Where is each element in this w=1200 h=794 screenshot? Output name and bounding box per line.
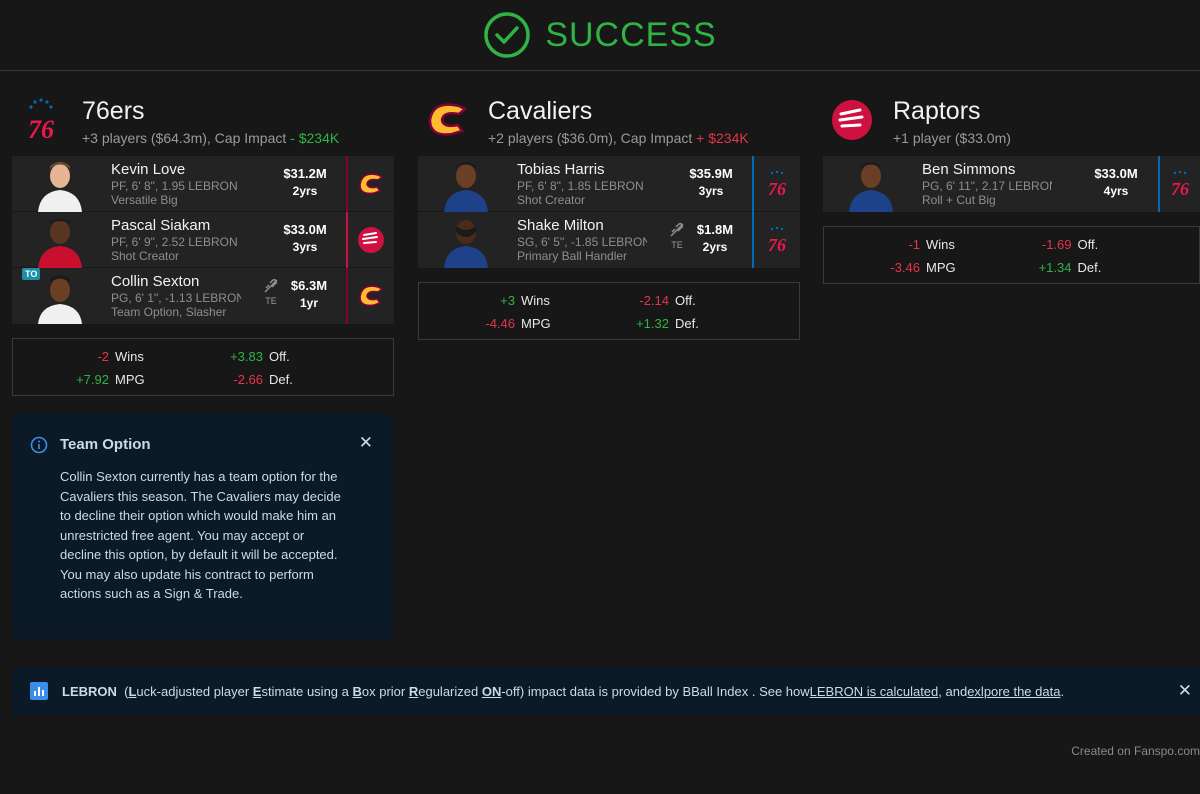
destination-raptors-logo-icon <box>346 212 394 268</box>
player-details: SG, 6' 5", -1.85 LEBRON <box>517 235 647 249</box>
destination-cavaliers-logo-icon <box>346 156 394 212</box>
player-salary: $1.8M 2yrs <box>696 222 734 254</box>
destination-76ers-logo-icon: 76 <box>752 212 800 268</box>
player-details: PF, 6' 8", 1.85 LEBRON <box>517 178 644 193</box>
player-name: Kevin Love <box>111 160 186 178</box>
player-row-collin-sexton[interactable]: TO Collin Sexton PG, 6' 1", -1.13 LEBRON… <box>12 268 394 324</box>
player-details: PG, 6' 11", 2.17 LEBRON <box>922 179 1052 193</box>
player-details: PF, 6' 9", 2.52 LEBRON <box>111 234 238 249</box>
76ers-logo-icon: 76 <box>12 96 70 144</box>
player-list: Tobias Harris PF, 6' 8", 1.85 LEBRON Sho… <box>418 156 800 268</box>
info-icon <box>30 436 48 454</box>
player-role: Primary Ball Handler <box>517 249 628 263</box>
lebron-label: LEBRON <box>62 683 117 699</box>
no-link-icon <box>670 222 684 237</box>
trade-exception-indicator[interactable]: TE <box>666 222 688 250</box>
def-value: +1.34 <box>1038 260 1072 275</box>
team-header: 76 76ers +3 players ($64.3m), Cap Impact… <box>12 96 394 156</box>
wins-value: -2 <box>97 349 109 364</box>
player-name: Collin Sexton <box>111 273 200 290</box>
svg-text:76: 76 <box>1171 179 1189 199</box>
player-list: Ben Simmons PG, 6' 11", 2.17 LEBRON Roll… <box>823 156 1200 212</box>
notice-body: Collin Sexton currently has a team optio… <box>60 469 341 601</box>
player-headshot <box>430 156 506 212</box>
player-name: Shake Milton <box>517 217 604 234</box>
team-name: Raptors <box>893 97 981 125</box>
team-column-cavaliers: Cavaliers +2 players ($36.0m), Cap Impac… <box>418 96 800 340</box>
impact-summary: -1 Wins -3.46 MPG -1.69 Off. +1.34 Def. <box>823 226 1200 284</box>
cavaliers-logo-icon <box>418 96 476 144</box>
player-role: Roll + Cut Big <box>922 193 996 207</box>
team-column-76ers: 76 76ers +3 players ($64.3m), Cap Impact… <box>12 96 394 396</box>
team-summary: +3 players ($64.3m), Cap Impact - $234K <box>82 130 340 146</box>
svg-text:76: 76 <box>768 179 786 199</box>
success-header: SUCCESS <box>0 0 1200 71</box>
player-list: Kevin Love PF, 6' 8", 1.95 LEBRON Versat… <box>12 156 394 324</box>
player-role: Shot Creator <box>517 192 586 207</box>
player-headshot <box>24 156 100 212</box>
off-value: +3.83 <box>230 349 263 364</box>
player-salary: $33.0M 3yrs <box>283 222 327 254</box>
svg-text:76: 76 <box>28 115 54 142</box>
destination-76ers-logo-icon: 76 <box>1158 156 1200 212</box>
player-role: Shot Creator <box>111 248 180 263</box>
team-summary: +2 players ($36.0m), Cap Impact + $234K <box>488 130 749 146</box>
destination-cavaliers-logo-icon <box>346 268 394 324</box>
team-name: Cavaliers <box>488 97 593 125</box>
impact-summary: +3 Wins -4.46 MPG -2.14 Off. +1.32 Def. <box>418 282 800 340</box>
player-headshot <box>24 212 100 268</box>
mpg-value: -3.46 <box>890 260 920 275</box>
wins-value: +3 <box>500 293 515 308</box>
player-name: Pascal Siakam <box>111 216 211 234</box>
close-icon[interactable]: ✕ <box>359 433 373 453</box>
notice-title: Team Option <box>60 436 151 453</box>
team-name: 76ers <box>82 97 145 125</box>
player-details: PF, 6' 8", 1.95 LEBRON <box>111 178 238 193</box>
check-circle-icon <box>484 12 531 58</box>
destination-76ers-logo-icon: 76 <box>752 156 800 212</box>
lebron-calculated-link[interactable]: LEBRON is calculated <box>810 684 939 699</box>
team-summary: +1 player ($33.0m) <box>893 130 1011 146</box>
player-name: Ben Simmons <box>922 161 1016 178</box>
player-salary: $6.3M 1yr <box>290 278 328 310</box>
lebron-info-banner: LEBRON (Luck-adjusted player Estimate us… <box>12 667 1200 715</box>
trade-exception-indicator[interactable]: TE <box>260 278 282 306</box>
team-option-badge: TO <box>22 268 41 280</box>
banner-text: (Luck-adjusted player Estimate using a B… <box>124 683 810 699</box>
team-header: Raptors +1 player ($33.0m) <box>823 96 1200 156</box>
impact-summary: -2 Wins +7.92 MPG +3.83 Off. -2.66 Def. <box>12 338 394 396</box>
raptors-logo-icon <box>823 96 881 144</box>
off-value: -2.14 <box>639 293 669 308</box>
player-name: Tobias Harris <box>517 160 605 178</box>
def-value: +1.32 <box>636 316 669 331</box>
player-salary: $35.9M 3yrs <box>689 166 733 198</box>
mpg-value: -4.46 <box>485 316 515 331</box>
player-details: PG, 6' 1", -1.13 LEBRON <box>111 291 241 305</box>
footer-credit: Created on Fanspo.com <box>1071 744 1200 758</box>
team-header: Cavaliers +2 players ($36.0m), Cap Impac… <box>418 96 800 156</box>
player-row-shake-milton[interactable]: Shake Milton SG, 6' 5", -1.85 LEBRON Pri… <box>418 212 800 268</box>
team-option-notice: Team Option Collin Sexton currently has … <box>12 414 393 639</box>
player-role: Versatile Big <box>111 192 178 207</box>
off-value: -1.69 <box>1041 237 1072 252</box>
player-salary: $33.0M 4yrs <box>1094 166 1138 198</box>
player-row-ben-simmons[interactable]: Ben Simmons PG, 6' 11", 2.17 LEBRON Roll… <box>823 156 1200 212</box>
wins-value: -1 <box>908 237 920 252</box>
def-value: -2.66 <box>233 372 263 387</box>
success-title: SUCCESS <box>545 15 717 54</box>
player-headshot <box>835 156 911 212</box>
player-role: Team Option, Slasher <box>111 305 227 319</box>
mpg-value: +7.92 <box>76 372 109 387</box>
no-link-icon <box>264 278 278 293</box>
player-row-kevin-love[interactable]: Kevin Love PF, 6' 8", 1.95 LEBRON Versat… <box>12 156 394 212</box>
explore-data-link[interactable]: exlpore the data <box>967 684 1060 699</box>
player-salary: $31.2M 2yrs <box>283 166 327 198</box>
team-column-raptors: Raptors +1 player ($33.0m) Ben Simmons P… <box>823 96 1200 284</box>
player-headshot <box>430 212 506 268</box>
close-icon[interactable]: ✕ <box>1178 681 1192 701</box>
player-row-pascal-siakam[interactable]: Pascal Siakam PF, 6' 9", 2.52 LEBRON Sho… <box>12 212 394 268</box>
player-row-tobias-harris[interactable]: Tobias Harris PF, 6' 8", 1.85 LEBRON Sho… <box>418 156 800 212</box>
svg-text:76: 76 <box>768 235 786 255</box>
bar-chart-icon <box>30 682 48 700</box>
